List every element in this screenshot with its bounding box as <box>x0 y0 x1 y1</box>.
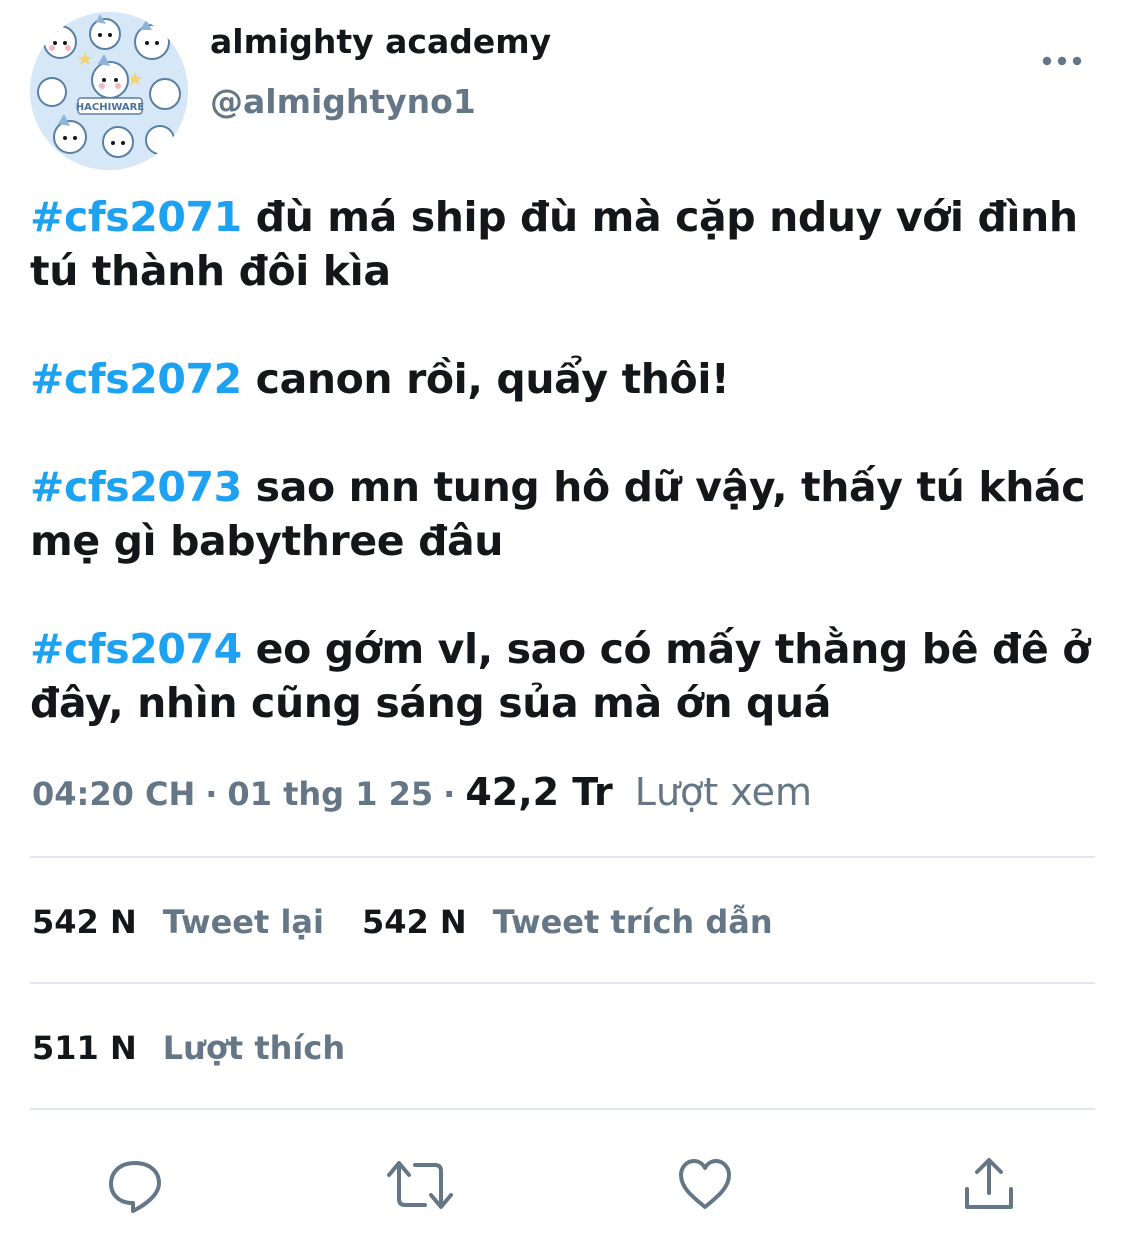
tweet-line: #cfs2073 sao mn tung hô dữ vậy, thấy tú … <box>30 460 1120 514</box>
tweet-line-text: mẹ gì babythree đâu <box>30 517 504 565</box>
tweet-text: #cfs2071 đù má ship đù mà cặp nduy với đ… <box>30 190 1120 784</box>
retweets-count: 542 N <box>32 903 137 941</box>
heart-icon <box>679 1159 731 1209</box>
avatar-image: HACHIWARE <box>30 12 188 170</box>
retweet-button[interactable] <box>385 1150 455 1220</box>
meta-separator: · <box>205 775 218 813</box>
retweet-icon <box>387 1161 453 1209</box>
quotes-count: 542 N <box>361 903 467 941</box>
tweet-paragraph: #cfs2071 đù má ship đù mà cặp nduy với đ… <box>30 190 1120 298</box>
likes-count: 511 N <box>32 1029 137 1067</box>
tweet-line: #cfs2072 canon rồi, quẩy thôi! <box>30 352 1120 406</box>
author-handle[interactable]: @almightyno1 <box>210 82 476 121</box>
reply-icon <box>109 1161 161 1213</box>
reply-button[interactable] <box>100 1150 170 1220</box>
quotes-link[interactable]: Tweet trích dẫn <box>493 903 773 941</box>
divider <box>30 856 1095 858</box>
more-options-button[interactable] <box>1036 44 1088 78</box>
tweet-paragraph: #cfs2072 canon rồi, quẩy thôi! <box>30 352 1120 406</box>
avatar-logo-text: HACHIWARE <box>76 102 145 113</box>
views-label[interactable]: Lượt xem <box>635 770 812 814</box>
tweet-line-text: đù má ship đù mà cặp nduy với đình <box>241 193 1078 241</box>
tweet-meta: 04:20 CH · 01 thg 1 25 · 42,2 Tr Lượt xe… <box>32 770 812 826</box>
tweet-header: HACHIWARE almighty academy @almightyno1 <box>0 0 1125 170</box>
tweet-line: #cfs2074 eo gớm vl, sao có mấy thằng bê … <box>30 622 1120 676</box>
tweet-line-text: canon rồi, quẩy thôi! <box>241 355 730 403</box>
tweet-paragraph: #cfs2074 eo gớm vl, sao có mấy thằng bê … <box>30 622 1120 730</box>
author-display-name[interactable]: almighty academy <box>210 22 551 61</box>
tweet-line-text: đây, nhìn cũng sáng sủa mà ớn quá <box>30 679 832 727</box>
retweet-stats-row: 542 N Tweet lại 542 N Tweet trích dẫn <box>32 892 811 952</box>
likes-link[interactable]: Lượt thích <box>163 1029 345 1067</box>
hashtag-link[interactable]: #cfs2074 <box>30 625 242 673</box>
hashtag-link[interactable]: #cfs2073 <box>30 463 242 511</box>
divider <box>30 1108 1095 1110</box>
likes-stats-row: 511 N Lượt thích <box>32 1018 383 1078</box>
retweets-link[interactable]: Tweet lại <box>163 903 324 941</box>
tweet-actions-bar <box>0 1140 1125 1230</box>
tweet-paragraph: #cfs2073 sao mn tung hô dữ vậy, thấy tú … <box>30 460 1120 568</box>
more-horizontal-icon <box>1042 56 1082 66</box>
tweet-line-text: eo gớm vl, sao có mấy thằng bê đê ở <box>241 625 1091 673</box>
meta-separator: · <box>443 775 456 813</box>
divider <box>30 982 1095 984</box>
views-count: 42,2 Tr <box>465 770 613 814</box>
share-icon <box>965 1158 1013 1209</box>
hashtag-link[interactable]: #cfs2072 <box>30 355 242 403</box>
tweet-time[interactable]: 04:20 CH <box>32 775 195 813</box>
avatar[interactable]: HACHIWARE <box>30 12 188 170</box>
tweet-date[interactable]: 01 thg 1 25 <box>227 775 433 813</box>
tweet-line: #cfs2071 đù má ship đù mà cặp nduy với đ… <box>30 190 1120 244</box>
tweet-line-text: tú thành đôi kìa <box>30 247 391 295</box>
hashtag-link[interactable]: #cfs2071 <box>30 193 242 241</box>
like-button[interactable] <box>670 1150 740 1220</box>
tweet-line-text: sao mn tung hô dữ vậy, thấy tú khác <box>241 463 1086 511</box>
share-button[interactable] <box>954 1150 1024 1220</box>
